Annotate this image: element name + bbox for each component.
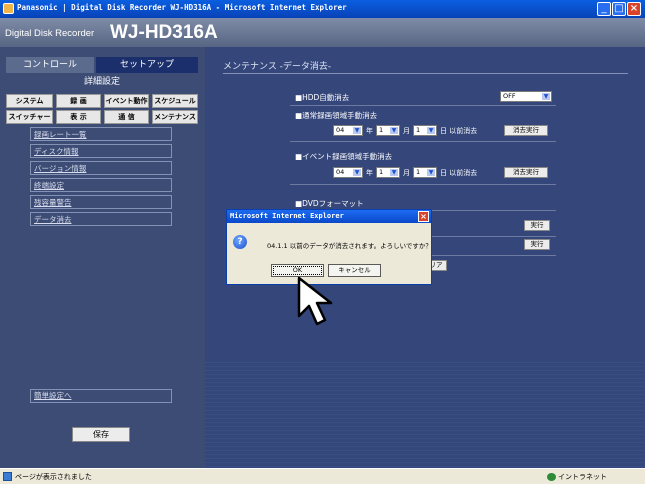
chevron-down-icon: ▼	[427, 169, 435, 176]
category-maintenance-button[interactable]: メンテナンス	[152, 110, 198, 124]
mouse-cursor-icon	[297, 276, 333, 326]
easy-setup-link[interactable]: 簡単設定へ	[30, 389, 172, 403]
normal-erase-label: ■通常録画領域手動消去	[295, 111, 378, 120]
normal-month-value: 1	[379, 126, 384, 134]
execute-button-1[interactable]: 実行	[524, 220, 550, 231]
product-header: Digital Disk Recorder WJ-HD316A	[0, 18, 645, 47]
normal-erase-execute-button[interactable]: 消去実行	[504, 125, 548, 136]
category-display-button[interactable]: 表 示	[56, 110, 101, 124]
dialog-message: 04.1.1 以前のデータが消去されます。よろしいですか？	[267, 242, 432, 250]
hdd-auto-erase-value: OFF	[503, 92, 516, 100]
event-month-value: 1	[379, 168, 384, 176]
confirm-dialog: Microsoft Internet Explorer × ? 04.1.1 以…	[226, 209, 432, 285]
product-model: WJ-HD316A	[110, 22, 218, 43]
event-year-value: 04	[336, 168, 345, 176]
question-icon: ?	[233, 235, 247, 249]
category-recording-button[interactable]: 録 画	[56, 94, 101, 108]
sidebar: コントロール セットアップ 詳細設定 システム 録 画 イベント動作 スケジュー…	[0, 47, 205, 468]
background-stripes	[205, 359, 645, 468]
menu-item-disk-info[interactable]: ディスク情報	[30, 144, 172, 158]
dialog-close-button[interactable]: ×	[418, 211, 429, 222]
window-title: Panasonic | Digital Disk Recorder WJ-HD3…	[17, 3, 347, 12]
menu-item-capacity-warning[interactable]: 残容量警告	[30, 195, 172, 209]
execute-button-2[interactable]: 実行	[524, 239, 550, 250]
day-unit: 日 以前消去	[440, 127, 478, 135]
normal-year-value: 04	[336, 126, 345, 134]
menu-item-recording-rate[interactable]: 録画レート一覧	[30, 127, 172, 141]
product-name: Digital Disk Recorder	[5, 28, 95, 39]
menu-item-termination[interactable]: 終端設定	[30, 178, 172, 192]
event-erase-label: ■イベント録画領域手動消去	[295, 152, 393, 161]
tab-setup[interactable]: セットアップ	[96, 57, 198, 73]
chevron-down-icon: ▼	[390, 169, 398, 176]
save-button[interactable]: 保存	[72, 427, 130, 442]
status-text: ページが表示されました	[15, 473, 92, 481]
row-divider	[290, 184, 556, 185]
normal-day-select[interactable]: 1 ▼	[413, 125, 437, 136]
hdd-auto-erase-select[interactable]: OFF ▼	[500, 91, 552, 102]
chevron-down-icon: ▼	[353, 127, 361, 134]
security-zone: イントラネット	[558, 473, 607, 481]
chevron-down-icon: ▼	[542, 93, 550, 100]
tab-control[interactable]: コントロール	[6, 57, 94, 73]
event-month-select[interactable]: 1 ▼	[376, 167, 400, 178]
page-icon	[3, 472, 12, 481]
month-unit: 月	[403, 169, 410, 177]
minimize-button[interactable]: _	[597, 2, 611, 16]
year-unit: 年	[366, 169, 373, 177]
day-unit: 日 以前消去	[440, 169, 478, 177]
status-bar: ページが表示されました イントラネット	[0, 468, 645, 484]
event-erase-execute-button[interactable]: 消去実行	[504, 167, 548, 178]
close-button[interactable]: ×	[627, 2, 641, 16]
menu-item-version-info[interactable]: バージョン情報	[30, 161, 172, 175]
dvd-format-label: ■DVDフォーマット	[295, 199, 364, 208]
category-event-button[interactable]: イベント動作	[104, 94, 149, 108]
normal-day-value: 1	[416, 126, 421, 134]
category-schedule-button[interactable]: スケジュール	[152, 94, 198, 108]
month-unit: 月	[403, 127, 410, 135]
row-divider	[290, 105, 556, 106]
event-year-select[interactable]: 04 ▼	[333, 167, 363, 178]
chevron-down-icon: ▼	[427, 127, 435, 134]
category-switcher-button[interactable]: スイッチャー	[6, 110, 53, 124]
maximize-button[interactable]: □	[612, 2, 626, 16]
app-icon	[3, 3, 14, 14]
category-system-button[interactable]: システム	[6, 94, 53, 108]
chevron-down-icon: ▼	[353, 169, 361, 176]
event-day-value: 1	[416, 168, 421, 176]
window-title-bar: Panasonic | Digital Disk Recorder WJ-HD3…	[0, 0, 645, 18]
menu-item-data-erase[interactable]: データ消去	[30, 212, 172, 226]
globe-icon	[547, 473, 556, 481]
year-unit: 年	[366, 127, 373, 135]
chevron-down-icon: ▼	[390, 127, 398, 134]
section-title: メンテナンス -データ消去-	[223, 62, 332, 72]
normal-month-select[interactable]: 1 ▼	[376, 125, 400, 136]
event-day-select[interactable]: 1 ▼	[413, 167, 437, 178]
dialog-title: Microsoft Internet Explorer	[227, 210, 431, 223]
sidebar-title: 詳細設定	[83, 77, 120, 87]
row-divider	[290, 141, 556, 142]
normal-year-select[interactable]: 04 ▼	[333, 125, 363, 136]
hdd-auto-erase-label: ■HDD自動消去	[295, 93, 350, 102]
section-divider	[223, 73, 628, 74]
category-comm-button[interactable]: 通 信	[104, 110, 149, 124]
